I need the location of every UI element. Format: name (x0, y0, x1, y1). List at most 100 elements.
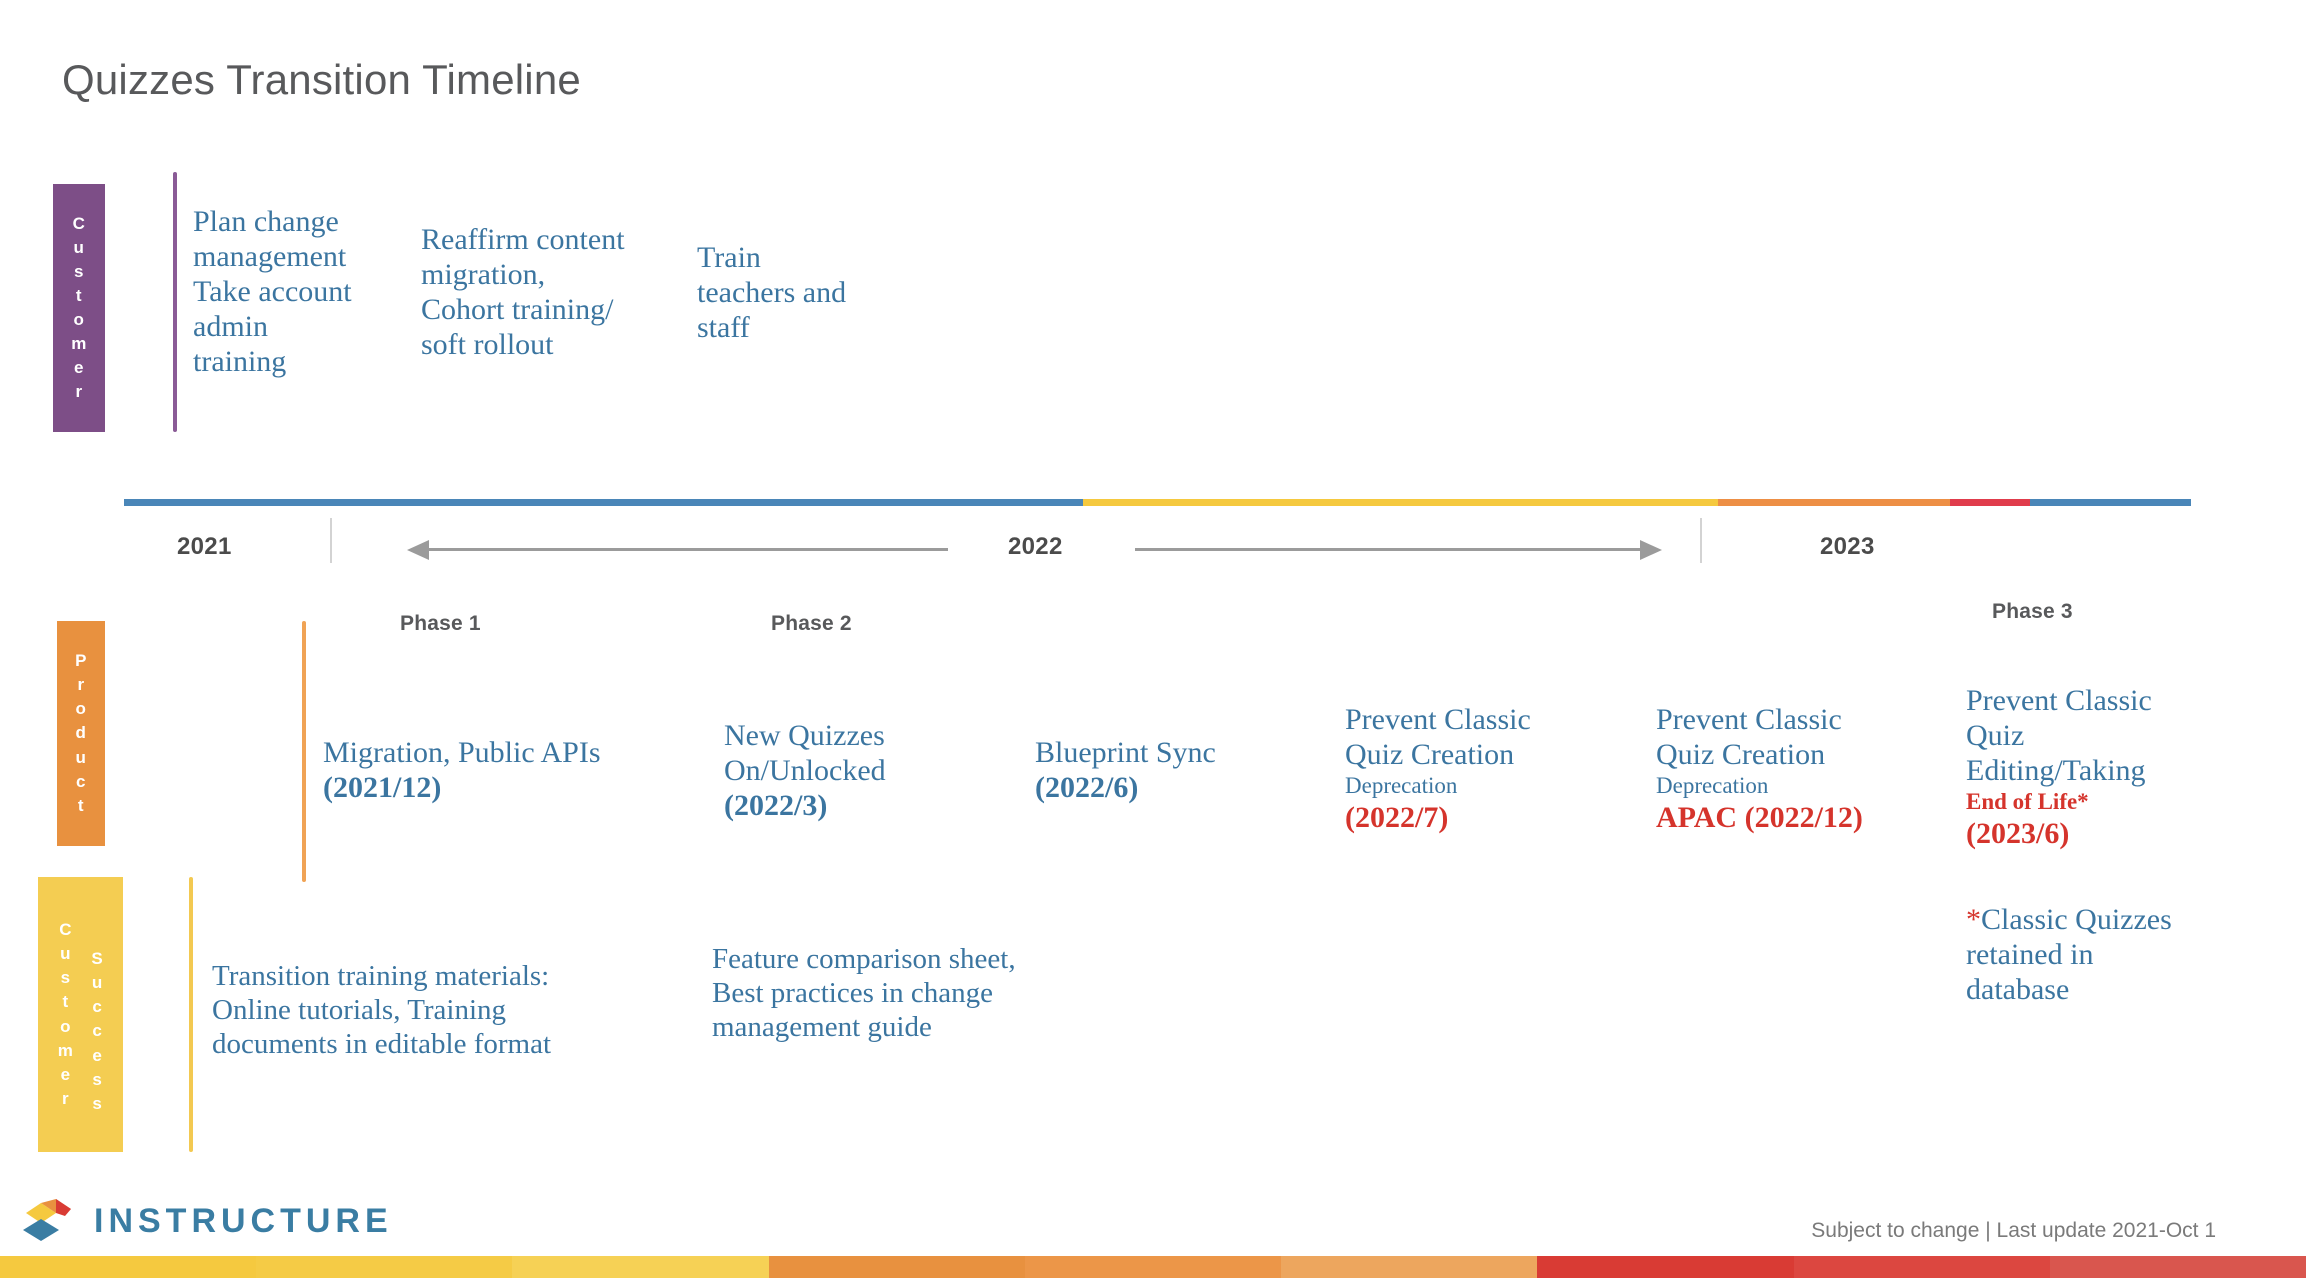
customer-item-1-line: admin (193, 310, 268, 344)
phase-1-label: Phase 1 (400, 612, 481, 635)
product-item-1: Migration, Public APIs (2021/12) (323, 735, 653, 805)
bar-segment (0, 1256, 257, 1278)
cs-item-1-line: Transition training materials: (212, 960, 550, 992)
letter: e (60, 1064, 71, 1084)
lane-tab-customer: C u s t o m e r (53, 184, 105, 432)
letter: t (75, 285, 83, 305)
right-arrow-line (1135, 548, 1655, 551)
letter: t (62, 992, 69, 1012)
product-item-1-date: (2021/12) (323, 771, 442, 805)
product-item-3-date: (2022/6) (1035, 771, 1139, 805)
letter: c (92, 1021, 103, 1041)
product-item-4-title: Quiz Creation (1345, 738, 1515, 772)
customer-item-2-line: Cohort training/ (421, 293, 614, 327)
axis-year-2022: 2022 (1008, 533, 1063, 560)
lane-tab-cs-letters-customer: C u s t o m e r (58, 918, 74, 1111)
bar-segment (512, 1256, 769, 1278)
letter: C (59, 920, 72, 939)
phase-3-label: Phase 3 (1992, 600, 2073, 623)
cs-item-2-line: management guide (712, 1010, 932, 1043)
customer-item-1-line: management (193, 240, 347, 274)
brand-wordmark: INSTRUCTURE (94, 1201, 393, 1240)
footnote-line-1: *Classic Quizzes (1966, 902, 2226, 937)
axis-segment-blue-2 (2030, 499, 2191, 506)
product-item-5-title: Quiz Creation (1656, 738, 1826, 772)
customer-item-3-line: Train (697, 241, 761, 274)
customer-item-1-line: Plan change (193, 205, 339, 238)
product-item-4: Prevent Classic Quiz Creation Deprecatio… (1345, 702, 1605, 835)
product-lane-divider (302, 621, 306, 882)
letter: o (73, 310, 85, 329)
bar-segment (768, 1256, 1025, 1278)
slide-canvas: Quizzes Transition Timeline C u s t o m … (0, 0, 2306, 1278)
cs-item-2-line: Feature comparison sheet, (712, 943, 1016, 975)
cs-item-1: Transition training materials: Online tu… (212, 960, 642, 1062)
product-item-5-title: Prevent Classic (1656, 703, 1842, 736)
letter: e (74, 358, 84, 378)
footnote-text: retained in (1966, 938, 2094, 972)
bar-segment (1793, 1256, 2050, 1278)
asterisk-icon: * (1966, 903, 1981, 936)
letter: o (60, 1016, 72, 1036)
lane-tab-customer-success: C u s t o m e r S u c c e s s (38, 877, 123, 1152)
letter: m (57, 1040, 74, 1060)
product-item-6-title: Editing/Taking (1966, 754, 2146, 788)
product-item-6-title: Prevent Classic (1966, 684, 2152, 717)
product-item-6-title: Quiz (1966, 719, 2025, 753)
bar-segment (1024, 1256, 1282, 1278)
product-item-6: Prevent Classic Quiz Editing/Taking End … (1966, 683, 2216, 851)
letter: S (91, 949, 104, 969)
axis-segment-orange (1718, 499, 1950, 506)
footer-logo: INSTRUCTURE (18, 1196, 393, 1246)
product-item-2-title: On/Unlocked (724, 754, 886, 788)
customer-item-2-line: soft rollout (421, 328, 554, 362)
cs-item-1-line: Online tutorials, Training (212, 993, 507, 1026)
footnote: *Classic Quizzes retained in database (1966, 902, 2226, 1007)
letter: d (75, 723, 87, 743)
customer-item-1: Plan change management Take account admi… (193, 204, 393, 379)
product-item-6-date: (2023/6) (1966, 816, 2070, 850)
customer-item-1-line: training (193, 345, 287, 379)
letter: s (92, 1093, 103, 1113)
letter: u (73, 237, 85, 257)
cs-item-1-line: documents in editable format (212, 1027, 552, 1060)
customer-item-3-line: staff (697, 311, 750, 345)
phase-2-label: Phase 2 (771, 612, 852, 635)
letter: c (76, 771, 86, 791)
axis-tick-2021-2022 (330, 518, 332, 563)
cs-item-2: Feature comparison sheet, Best practices… (712, 943, 1112, 1045)
bar-segment (256, 1256, 513, 1278)
letter: u (91, 973, 103, 993)
letter: r (62, 1088, 70, 1108)
product-item-3-title: Blueprint Sync (1035, 736, 1216, 769)
customer-item-2-line: migration, (421, 258, 546, 292)
letter: s (92, 1069, 103, 1089)
product-item-6-sub: End of Life* (1966, 789, 2089, 815)
product-item-2-date: (2022/3) (724, 789, 828, 823)
lane-tab-product-letters: P r o d u c t (75, 649, 87, 818)
letter: s (60, 968, 71, 988)
page-title: Quizzes Transition Timeline (62, 56, 581, 103)
bar-segment (2049, 1256, 2306, 1278)
customer-success-lane-divider (189, 877, 193, 1152)
customer-lane-divider (173, 172, 177, 432)
letter: P (75, 651, 87, 671)
product-item-5: Prevent Classic Quiz Creation Deprecatio… (1656, 702, 1936, 835)
axis-year-2023: 2023 (1820, 533, 1875, 560)
product-item-5-sub: Deprecation (1656, 773, 1769, 799)
product-item-4-date: (2022/7) (1345, 800, 1449, 834)
bar-segment (1281, 1256, 1538, 1278)
product-item-4-title: Prevent Classic (1345, 703, 1531, 736)
timeline-axis (124, 499, 2191, 506)
lane-tab-cs-letters-success: S u c c e s s (91, 947, 103, 1116)
letter: e (92, 1045, 103, 1065)
letter: m (71, 334, 87, 354)
axis-segment-yellow (1083, 499, 1718, 506)
letter: s (74, 261, 84, 281)
customer-item-3: Train teachers and staff (697, 240, 917, 345)
product-item-2: New Quizzes On/Unlocked (2022/3) (724, 718, 1024, 823)
product-item-1-title: Migration, Public APIs (323, 736, 601, 769)
customer-item-3-line: teachers and (697, 276, 847, 310)
instructure-logo-icon (18, 1196, 80, 1246)
left-arrow-line (426, 548, 948, 551)
